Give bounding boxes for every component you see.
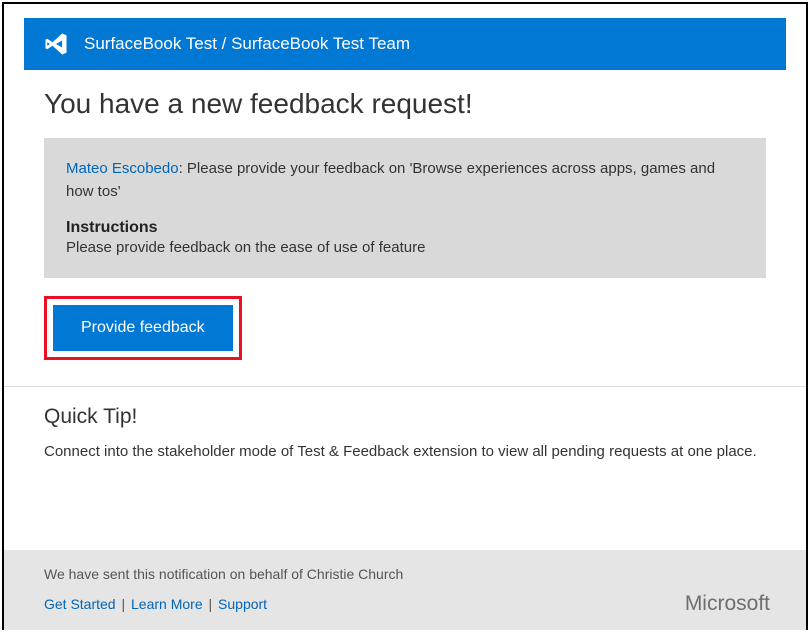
quick-tip-section: Quick Tip! Connect into the stakeholder …: [4, 387, 806, 482]
page-title: You have a new feedback request!: [44, 88, 766, 120]
learn-more-link[interactable]: Learn More: [131, 596, 203, 612]
requester-colon: :: [179, 160, 187, 177]
instructions-text: Please provide feedback on the ease of u…: [66, 239, 744, 256]
main-content: You have a new feedback request! Mateo E…: [4, 70, 806, 360]
cta-highlight-box: Provide feedback: [44, 296, 242, 360]
footer-links: Get Started | Learn More | Support: [44, 596, 766, 612]
breadcrumb: SurfaceBook Test / SurfaceBook Test Team: [84, 34, 410, 54]
link-separator: |: [121, 596, 129, 612]
support-link[interactable]: Support: [218, 596, 267, 612]
instructions-heading: Instructions: [66, 219, 744, 237]
header-bar: SurfaceBook Test / SurfaceBook Test Team: [24, 18, 786, 70]
visual-studio-icon: [42, 30, 70, 58]
request-message: Mateo Escobedo: Please provide your feed…: [66, 158, 744, 203]
email-frame: SurfaceBook Test / SurfaceBook Test Team…: [2, 2, 808, 630]
footer: We have sent this notification on behalf…: [4, 550, 806, 630]
footer-notice: We have sent this notification on behalf…: [44, 566, 766, 582]
tip-heading: Quick Tip!: [44, 405, 766, 429]
link-separator: |: [209, 596, 217, 612]
requester-link[interactable]: Mateo Escobedo: [66, 160, 179, 177]
tip-text: Connect into the stakeholder mode of Tes…: [44, 441, 766, 462]
provide-feedback-button[interactable]: Provide feedback: [53, 305, 233, 351]
get-started-link[interactable]: Get Started: [44, 596, 116, 612]
microsoft-logo: Microsoft: [685, 592, 770, 616]
feedback-request-box: Mateo Escobedo: Please provide your feed…: [44, 138, 766, 278]
